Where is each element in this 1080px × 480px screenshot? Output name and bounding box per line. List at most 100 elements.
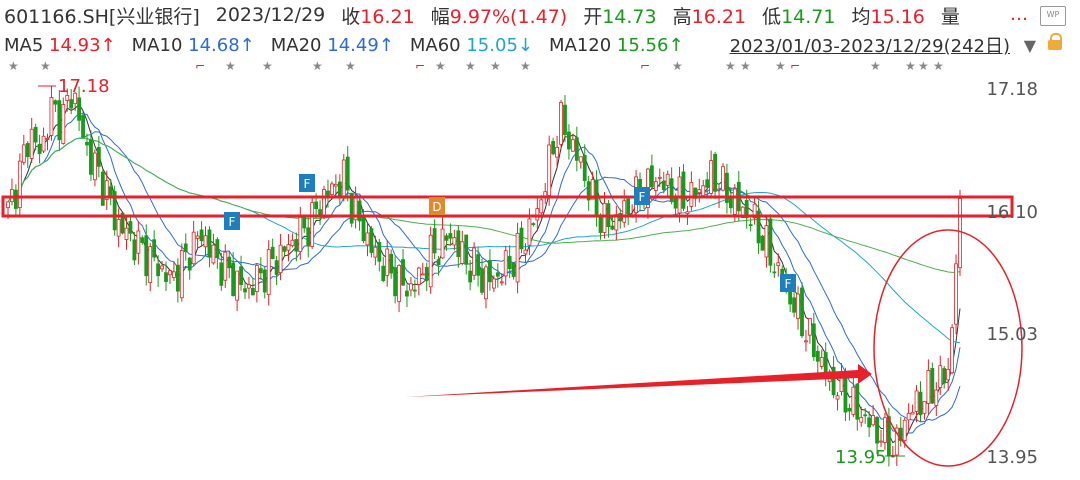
candle-body: [863, 414, 868, 417]
candle-body: [412, 289, 417, 292]
candle-body: [859, 417, 864, 423]
candle-body: [488, 260, 492, 283]
candle-body: [69, 99, 74, 109]
candle-body: [148, 246, 153, 283]
candle-body: [274, 260, 279, 275]
candle-body: [930, 367, 935, 404]
candle-body: [361, 216, 366, 242]
candle-body: [136, 230, 141, 254]
candle-body: [416, 267, 421, 285]
candle-body: [531, 223, 536, 225]
candle-body: [215, 239, 220, 258]
candle-body: [37, 143, 42, 154]
candle-body: [871, 415, 875, 426]
candle-body: [902, 419, 907, 442]
candle-body: [160, 265, 164, 270]
candle-body: [369, 228, 374, 253]
y-tick-label: 13.95: [986, 447, 1038, 468]
candle-body: [819, 357, 824, 367]
event-star: ⌐: [790, 59, 800, 73]
candle-body: [906, 412, 911, 421]
candle-body: [567, 131, 571, 150]
trend-arrow: [405, 364, 872, 397]
y-tick-label: 16.10: [986, 202, 1038, 223]
candle-body: [33, 126, 38, 143]
marker-label: F: [639, 190, 646, 204]
event-star: ★: [312, 59, 323, 73]
candle-body: [543, 191, 548, 197]
candle-body: [17, 160, 22, 209]
y-tick-labels: 17.18 16.10 15.03 13.95: [986, 79, 1038, 468]
event-stars: ★ ★ ⌐ ★ ★ ★ ★ ⌐ ★ ★ ★ ★ ⌐ ★ ★ ★ ★ ⌐ ★ ★ ★ ★: [8, 59, 944, 73]
candle-body: [452, 237, 457, 246]
candle-body: [247, 284, 251, 289]
candle-body: [377, 242, 382, 262]
candle-body: [409, 283, 413, 291]
candle-body: [760, 235, 765, 251]
candle-body: [25, 143, 30, 158]
candle-body: [405, 290, 409, 297]
event-star: ★: [905, 59, 916, 73]
candle-body: [499, 281, 504, 284]
candle-body: [665, 173, 670, 186]
event-star: ⌐: [640, 59, 650, 73]
low-annotation: 13.95: [835, 447, 887, 468]
event-star: ★: [225, 59, 236, 73]
candle-body: [322, 189, 326, 216]
candle-body: [49, 97, 54, 136]
candle-body: [772, 271, 777, 274]
candle-body: [187, 257, 192, 271]
candle-body: [555, 146, 559, 158]
candle-body: [93, 152, 97, 181]
candle-body: [547, 144, 552, 196]
event-star: ★: [8, 59, 19, 73]
candle-body: [282, 246, 287, 252]
candle-body: [705, 179, 710, 188]
candle-body: [598, 215, 603, 233]
candle-body: [61, 104, 66, 144]
candle-body: [29, 128, 34, 159]
candle-body: [124, 227, 129, 240]
candle-body: [867, 417, 872, 428]
candle-body: [81, 115, 85, 138]
candle-body: [539, 199, 544, 214]
candle-body: [495, 272, 500, 277]
candle-body: [709, 160, 714, 194]
candle-body: [811, 323, 816, 358]
candle-body: [570, 139, 575, 152]
candle-body: [484, 266, 488, 300]
event-star: ★: [870, 59, 881, 73]
candle-body: [199, 229, 204, 242]
candle-body: [172, 271, 176, 278]
candle-body: [41, 135, 46, 152]
candle-body: [164, 272, 168, 282]
candle-body: [258, 268, 263, 274]
candle-body: [551, 141, 556, 155]
candle-body: [298, 216, 303, 252]
candle-body: [855, 383, 860, 420]
candle-body: [365, 232, 370, 246]
event-star: ★: [775, 59, 786, 73]
candle-body: [456, 230, 461, 257]
candle-body: [306, 227, 311, 247]
candle-body: [875, 416, 879, 444]
event-star: ★: [933, 59, 944, 73]
candle-body: [286, 244, 291, 251]
candle-body: [294, 239, 299, 252]
candle-body: [460, 241, 465, 264]
candle-body: [243, 288, 247, 293]
candle-body: [721, 166, 725, 191]
candle-body: [653, 181, 658, 191]
candle-body: [183, 243, 188, 253]
candle-body: [934, 389, 939, 406]
marker-label: F: [304, 177, 311, 191]
candle-body: [6, 201, 10, 209]
candle-body: [397, 265, 401, 302]
candle-body: [393, 267, 398, 297]
candle-body: [128, 221, 133, 234]
candle-body: [689, 182, 694, 207]
candle-body: [464, 234, 469, 265]
candle-body: [179, 250, 184, 299]
candle-body: [231, 262, 236, 296]
candle-body: [420, 273, 425, 276]
